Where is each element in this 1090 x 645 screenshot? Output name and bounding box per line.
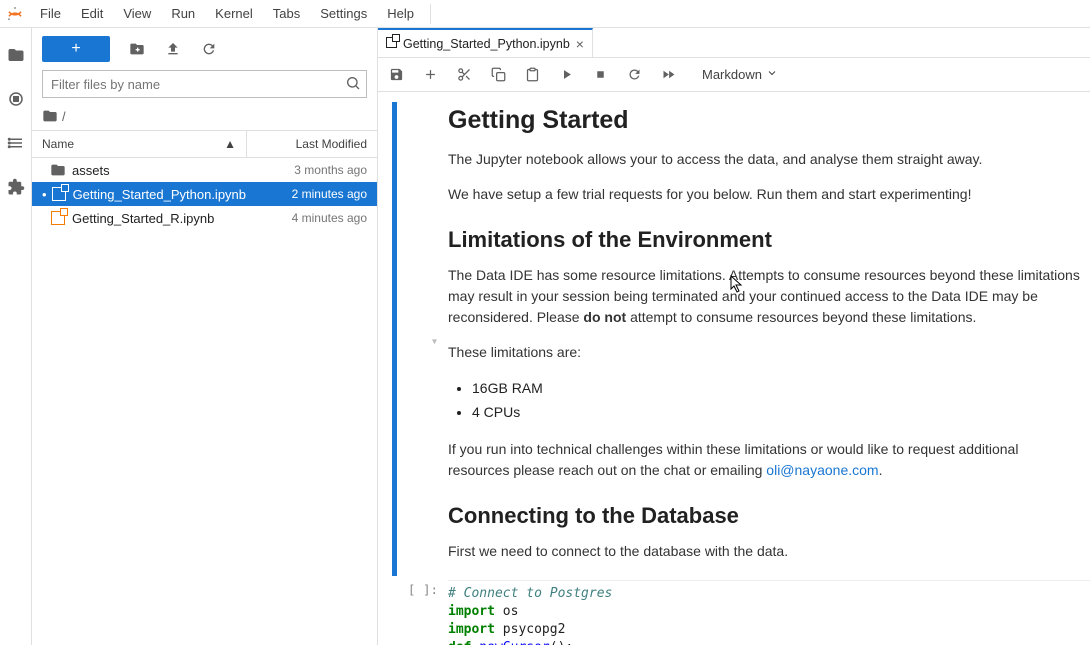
menu-edit[interactable]: Edit	[71, 2, 113, 25]
filter-input-wrapper	[42, 70, 367, 98]
column-header-modified[interactable]: Last Modified	[247, 131, 377, 157]
list-item: 4 CPUs	[472, 401, 1080, 425]
list-item: 16GB RAM	[472, 377, 1080, 401]
folder-icon	[50, 162, 66, 178]
new-folder-icon[interactable]	[128, 40, 146, 58]
folder-icon	[42, 108, 58, 124]
running-icon[interactable]	[7, 90, 25, 108]
toc-icon[interactable]	[7, 134, 25, 152]
notebook-icon	[386, 37, 397, 51]
collapse-toggle-icon[interactable]: ▾	[432, 337, 437, 348]
paste-icon[interactable]	[524, 67, 540, 83]
restart-icon[interactable]	[626, 67, 642, 83]
add-cell-icon[interactable]	[422, 67, 438, 83]
close-icon[interactable]: ×	[576, 36, 584, 52]
folder-icon[interactable]	[7, 46, 25, 64]
menu-help[interactable]: Help	[377, 2, 424, 25]
md-paragraph: These limitations are:	[448, 342, 1080, 363]
column-header-name[interactable]: Name ▲	[32, 131, 247, 157]
copy-icon[interactable]	[490, 67, 506, 83]
file-modified: 3 months ago	[247, 163, 367, 177]
file-row-folder[interactable]: assets 3 months ago	[32, 158, 377, 182]
file-browser: + / Name ▲ Last Modified	[32, 28, 378, 645]
md-heading: Connecting to the Database	[448, 503, 1080, 529]
menubar: File Edit View Run Kernel Tabs Settings …	[0, 0, 1090, 28]
tab-notebook[interactable]: Getting_Started_Python.ipynb ×	[378, 28, 593, 57]
search-icon	[345, 75, 361, 94]
jupyter-logo[interactable]	[0, 5, 30, 23]
cut-icon[interactable]	[456, 67, 472, 83]
notebook-toolbar: Markdown	[378, 58, 1090, 92]
breadcrumb-sep: /	[62, 109, 66, 124]
md-paragraph: The Jupyter notebook allows your to acce…	[448, 149, 1080, 170]
file-modified: 4 minutes ago	[247, 211, 367, 225]
extensions-icon[interactable]	[7, 178, 25, 196]
md-paragraph: First we need to connect to the database…	[448, 541, 1080, 562]
run-icon[interactable]	[558, 67, 574, 83]
md-heading: Getting Started	[448, 106, 1080, 135]
menu-kernel[interactable]: Kernel	[205, 2, 263, 25]
tab-bar: Getting_Started_Python.ipynb ×	[378, 28, 1090, 58]
menu-tabs[interactable]: Tabs	[263, 2, 310, 25]
filter-input[interactable]	[42, 70, 367, 98]
menu-settings[interactable]: Settings	[310, 2, 377, 25]
menu-file[interactable]: File	[30, 2, 71, 25]
notebook-area: Getting_Started_Python.ipynb × Markdown	[378, 28, 1090, 645]
md-list: 16GB RAM 4 CPUs	[472, 377, 1080, 425]
cell-prompt: [ ]:	[378, 580, 448, 645]
notebook-icon	[51, 186, 67, 202]
stop-icon[interactable]	[592, 67, 608, 83]
md-paragraph: The Data IDE has some resource limitatio…	[448, 265, 1080, 328]
activity-bar	[0, 28, 32, 645]
menu-divider	[430, 4, 431, 24]
file-modified: 2 minutes ago	[247, 187, 367, 201]
file-name: Getting_Started_Python.ipynb	[73, 187, 247, 202]
fast-forward-icon[interactable]	[660, 67, 676, 83]
md-heading: Limitations of the Environment	[448, 227, 1080, 253]
email-link[interactable]: oli@nayaone.com	[766, 462, 878, 478]
cell-type-selector[interactable]: Markdown	[702, 67, 778, 82]
tab-title: Getting_Started_Python.ipynb	[403, 37, 570, 51]
save-icon[interactable]	[388, 67, 404, 83]
sort-asc-icon: ▲	[224, 137, 236, 151]
md-paragraph: If you run into technical challenges wit…	[448, 439, 1080, 481]
cell-bar	[392, 102, 397, 576]
file-name: Getting_Started_R.ipynb	[72, 211, 247, 226]
menu-run[interactable]: Run	[161, 2, 205, 25]
file-row-notebook[interactable]: Getting_Started_Python.ipynb 2 minutes a…	[32, 182, 377, 206]
chevron-down-icon	[766, 67, 778, 82]
upload-icon[interactable]	[164, 40, 182, 58]
file-list: assets 3 months ago Getting_Started_Pyth…	[32, 158, 377, 645]
md-paragraph: We have setup a few trial requests for y…	[448, 184, 1080, 205]
refresh-icon[interactable]	[200, 40, 218, 58]
notebook-content[interactable]: Getting Started The Jupyter notebook all…	[378, 92, 1090, 645]
notebook-icon	[50, 210, 66, 226]
file-row-notebook[interactable]: Getting_Started_R.ipynb 4 minutes ago	[32, 206, 377, 230]
file-name: assets	[72, 163, 247, 178]
breadcrumb[interactable]: /	[32, 104, 377, 130]
new-launcher-button[interactable]: +	[42, 36, 110, 62]
menu-view[interactable]: View	[113, 2, 161, 25]
code-cell[interactable]: [ ]: # Connect to Postgres import os imp…	[378, 580, 1090, 645]
